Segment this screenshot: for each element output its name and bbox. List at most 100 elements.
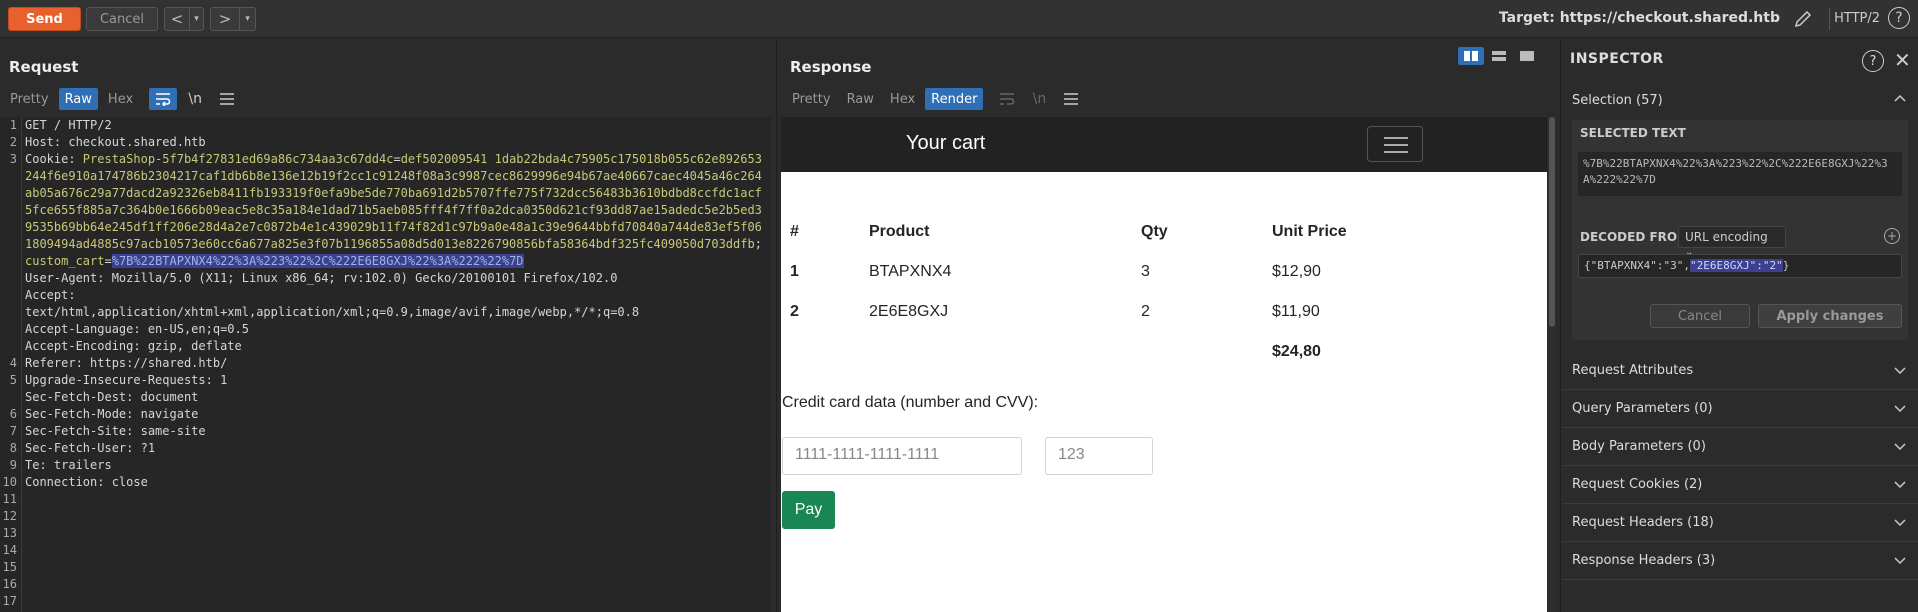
request-line[interactable]: Upgrade-Insecure-Requests: 1 (25, 372, 765, 389)
pay-button[interactable]: Pay (782, 491, 835, 529)
selection-section-header[interactable]: Selection (57) (1562, 81, 1918, 119)
apply-changes-button[interactable]: Apply changes (1758, 304, 1902, 328)
selected-text-label: SELECTED TEXT (1580, 126, 1686, 140)
table-header-row: # Product Qty Unit Price (781, 223, 1547, 261)
cart-total: $24,80 (1272, 343, 1321, 360)
request-tab-hex[interactable]: Hex (102, 88, 139, 110)
row-number: 2 (790, 303, 799, 320)
cookie-line[interactable]: Cookie: PrestaShop-5f7b4f27831ed69a86c73… (25, 151, 765, 270)
request-line[interactable]: Accept-Language: en-US,en;q=0.5 (25, 321, 765, 338)
pane-splitter[interactable] (776, 40, 777, 612)
request-title: Request (9, 58, 79, 76)
column-header: Unit Price (1272, 223, 1347, 240)
product-name: BTAPXNX4 (869, 263, 952, 280)
decoding-select[interactable]: URL encoding ⌄ (1678, 226, 1786, 258)
request-line[interactable]: Te: trailers (25, 457, 765, 474)
forward-arrow-icon[interactable]: > (211, 8, 239, 30)
section-label: Request Attributes (1572, 363, 1694, 378)
response-tab-pretty[interactable]: Pretty (786, 88, 837, 110)
chevron-down-icon[interactable] (1894, 554, 1906, 566)
line-number: 15 (2, 560, 17, 574)
response-tab-raw[interactable]: Raw (841, 88, 880, 110)
request-line[interactable]: Connection: close (25, 474, 765, 491)
forward-history-dropdown-icon[interactable]: ▾ (239, 8, 255, 30)
chevron-down-icon[interactable] (1894, 402, 1906, 414)
line-number: 2 (9, 135, 17, 149)
cookie-value[interactable]: def502009541 1dab22bda4c75905c175018b055… (25, 152, 762, 251)
layout-single-icon[interactable] (1514, 47, 1540, 65)
request-tab-pretty[interactable]: Pretty (4, 88, 55, 110)
request-line[interactable]: Sec-Fetch-Dest: document (25, 389, 765, 406)
request-line[interactable]: Accept: (25, 287, 765, 304)
inspector-section-body-parameters[interactable]: Body Parameters (0) (1562, 428, 1918, 466)
request-line[interactable]: Sec-Fetch-Mode: navigate (25, 406, 765, 423)
chevron-down-icon[interactable] (1894, 516, 1906, 528)
navbar-toggler-hamburger-icon[interactable] (1367, 126, 1423, 162)
line-number: 11 (2, 492, 17, 506)
column-header: # (790, 223, 799, 240)
edit-target-pencil-icon[interactable] (1792, 8, 1814, 30)
response-tab-hex[interactable]: Hex (884, 88, 921, 110)
layout-stacked-icon[interactable] (1486, 47, 1512, 65)
selected-text-value[interactable]: %7B%22BTAPXNX4%22%3A%223%22%2C%222E6E8GX… (1578, 152, 1902, 196)
help-icon[interactable]: ? (1888, 7, 1910, 29)
inspector-splitter[interactable] (1560, 40, 1561, 612)
decoded-selection: "2E6E8GXJ":"2" (1689, 259, 1783, 272)
line-number: 12 (2, 509, 17, 523)
chevron-down-icon[interactable] (1894, 440, 1906, 452)
cookie-name[interactable]: PrestaShop-5f7b4f27831ed69a86c734aa3c67d… (83, 152, 394, 166)
request-line[interactable]: Accept-Encoding: gzip, deflate (25, 338, 765, 355)
back-arrow-icon[interactable]: < (165, 8, 189, 30)
layout-side-by-side-icon[interactable] (1458, 47, 1484, 65)
navbar-brand[interactable]: Your cart (906, 132, 985, 155)
target-label[interactable]: Target: https://checkout.shared.htb (1499, 10, 1780, 26)
credit-card-number-input[interactable]: 1111-1111-1111-1111 (782, 437, 1022, 475)
request-line[interactable]: User-Agent: Mozilla/5.0 (X11; Linux x86_… (25, 270, 765, 287)
request-editor[interactable]: 1 2 3 4 5 6 7 8 9 10 11 12 13 14 15 16 1… (0, 117, 771, 612)
chevron-up-icon[interactable] (1894, 93, 1906, 105)
inspector-section-response-headers[interactable]: Response Headers (3) (1562, 542, 1918, 580)
inspector-help-icon[interactable]: ? (1862, 50, 1884, 72)
request-code[interactable]: GET / HTTP/2 Host: checkout.shared.htb C… (25, 117, 765, 491)
word-wrap-toggle-icon[interactable] (149, 88, 178, 110)
quantity: 3 (1141, 263, 1150, 280)
request-line[interactable]: Sec-Fetch-User: ?1 (25, 440, 765, 457)
response-scrollbar[interactable] (1548, 117, 1556, 612)
inspector-section-request-cookies[interactable]: Request Cookies (2) (1562, 466, 1918, 504)
request-menu-icon[interactable] (213, 88, 241, 110)
protocol-label[interactable]: HTTP/2 (1834, 11, 1880, 26)
unit-price: $12,90 (1272, 263, 1321, 280)
inspector-section-query-parameters[interactable]: Query Parameters (0) (1562, 390, 1918, 428)
close-icon[interactable]: ✕ (1894, 48, 1911, 72)
line-number: 6 (9, 407, 17, 421)
line-number-gutter: 1 2 3 4 5 6 7 8 9 10 11 12 13 14 15 16 1… (0, 117, 22, 612)
decoding-select-value: URL encoding (1685, 230, 1768, 244)
inspector-section-request-headers[interactable]: Request Headers (18) (1562, 504, 1918, 542)
request-line[interactable]: Host: checkout.shared.htb (25, 134, 765, 151)
line-number: 5 (9, 373, 17, 387)
chevron-down-icon[interactable] (1894, 478, 1906, 490)
request-line[interactable]: text/html,application/xhtml+xml,applicat… (25, 304, 765, 321)
send-button[interactable]: Send (8, 7, 81, 31)
inspector-section-request-attributes[interactable]: Request Attributes (1562, 352, 1918, 390)
cookie-name[interactable]: custom_cart (25, 254, 104, 268)
toolbar-separator (1829, 8, 1830, 30)
request-line[interactable]: Sec-Fetch-Site: same-site (25, 423, 765, 440)
selected-cookie-value[interactable]: %7B%22BTAPXNX4%22%3A%223%22%2C%222E6E8GX… (111, 254, 524, 268)
inspector-cancel-button[interactable]: Cancel (1650, 304, 1750, 328)
request-line[interactable]: GET / HTTP/2 (25, 117, 765, 134)
decoded-text-field[interactable]: {"BTAPXNX4":"3","2E6E8GXJ":"2"} (1578, 254, 1902, 278)
back-history-dropdown-icon[interactable]: ▾ (189, 8, 203, 30)
cancel-button[interactable]: Cancel (86, 7, 158, 31)
word-wrap-toggle-icon (993, 88, 1021, 110)
request-line[interactable]: Referer: https://shared.htb/ (25, 355, 765, 372)
chevron-down-icon[interactable] (1894, 364, 1906, 376)
add-decoding-icon[interactable]: + (1884, 228, 1900, 244)
cvv-input[interactable]: 123 (1045, 437, 1153, 475)
table-row: 1 BTAPXNX4 3 $12,90 (781, 263, 1547, 301)
request-tab-raw[interactable]: Raw (58, 88, 98, 110)
response-tab-render[interactable]: Render (925, 88, 984, 110)
show-newlines-toggle[interactable]: \n (181, 88, 209, 110)
response-menu-icon[interactable] (1057, 88, 1085, 110)
section-label: Request Headers (18) (1572, 515, 1714, 530)
